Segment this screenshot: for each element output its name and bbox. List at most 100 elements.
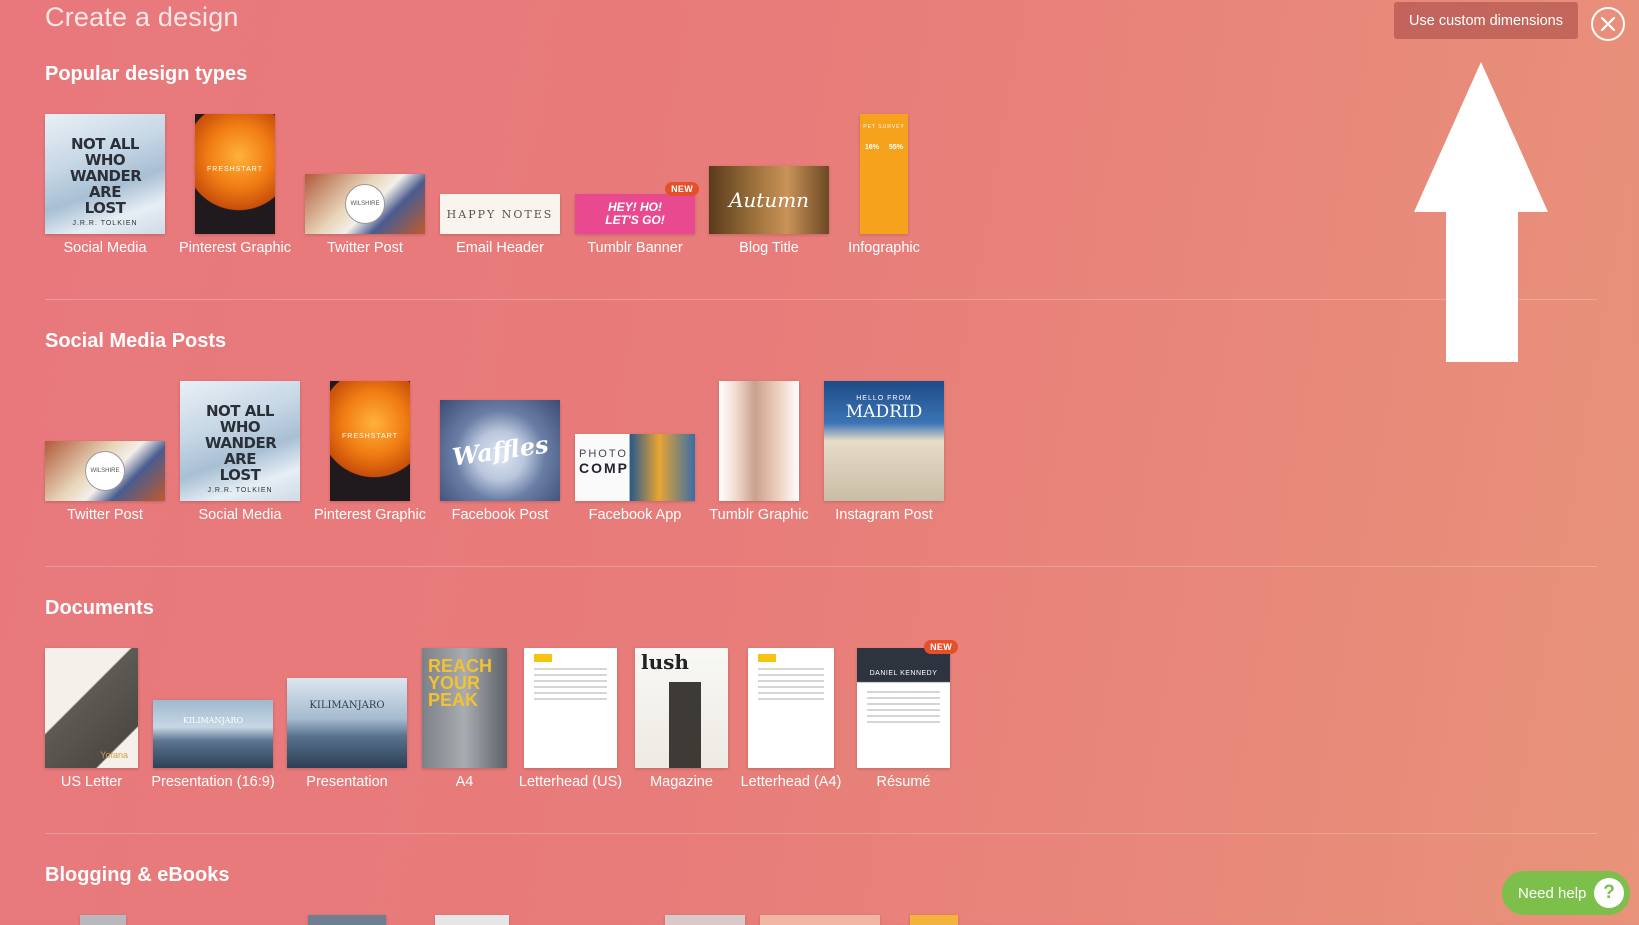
tile-label: Presentation (306, 774, 388, 790)
question-mark-icon: ? (1594, 878, 1624, 908)
thumb-text: Autumn (728, 188, 810, 212)
thumbnail-peek[interactable] (760, 915, 880, 925)
tile-label: Infographic (848, 240, 920, 256)
thumbnail: Autumn (709, 166, 829, 234)
tile-label: US Letter (60, 774, 123, 790)
thumbnail: KILIMANJARO (153, 700, 273, 768)
design-tile-social-media[interactable]: NOT ALL WHO WANDER ARE LOST J.R.R. TOLKI… (45, 114, 165, 264)
tile-label: Letterhead (US) (518, 774, 623, 790)
section-title-social-media-posts: Social Media Posts (45, 330, 227, 352)
thumbnail: PHOTO COMP (575, 434, 695, 501)
design-tile-email-header[interactable]: HAPPY NOTES Email Header (440, 114, 560, 264)
thumbnail-peek[interactable] (80, 915, 126, 925)
design-tile-letterhead-us[interactable]: Letterhead (US) (519, 648, 622, 798)
thumbnail (719, 381, 799, 501)
thumbnail: lush (635, 648, 728, 768)
design-tile-social-media[interactable]: NOT ALL WHO WANDER ARE LOST J.R.R. TOLKI… (180, 381, 300, 531)
design-tile-facebook-app[interactable]: PHOTO COMP Facebook App (575, 381, 695, 531)
tile-label: Blog Title (739, 240, 799, 256)
thumbnail: HAPPY NOTES (440, 194, 560, 234)
thumb-text: KILIMANJARO (309, 700, 385, 711)
design-tile-a4[interactable]: REACH YOUR PEAK A4 (422, 648, 507, 798)
design-tile-infographic[interactable]: PET SURVEY 16% 55% Infographic (848, 114, 920, 264)
thumbnail (748, 648, 834, 768)
thumb-text: PET SURVEY (863, 124, 905, 130)
tile-label: Tumblr Graphic (709, 507, 809, 523)
wilshire-seal: WILSHIRE (345, 184, 385, 224)
section-title-blogging-ebooks: Blogging & eBooks (45, 864, 230, 886)
design-tile-instagram-post[interactable]: HELLO FROM MADRID Instagram Post (824, 381, 944, 531)
tile-label: Résumé (876, 774, 931, 790)
thumbnail-peek[interactable] (308, 915, 386, 925)
tile-label: Pinterest Graphic (313, 507, 427, 523)
thumb-text: FRESHSTART (206, 166, 264, 173)
thumb-text: COMP (579, 460, 629, 476)
design-tile-us-letter[interactable]: Yofana US Letter (45, 648, 138, 798)
thumb-text: FRESHSTART (341, 433, 399, 440)
thumb-text: KILIMANJARO (182, 716, 244, 725)
design-tile-blog-title[interactable]: Autumn Blog Title (709, 114, 829, 264)
new-badge: NEW (665, 182, 699, 196)
thumbnail-peek[interactable] (435, 915, 509, 925)
thumb-text: HAPPY NOTES (446, 207, 554, 221)
close-button[interactable] (1591, 7, 1625, 41)
thumb-text: PHOTO (579, 448, 628, 460)
design-tile-letterhead-a4[interactable]: Letterhead (A4) (741, 648, 841, 798)
section-divider (45, 566, 1597, 567)
thumb-text: 16% (864, 144, 879, 151)
tile-label: Facebook Post (451, 507, 549, 523)
design-tile-twitter-post[interactable]: WILSHIRE Twitter Post (305, 114, 425, 264)
thumbnail: REACH YOUR PEAK (422, 648, 507, 768)
section-title-documents: Documents (45, 597, 154, 619)
thumb-text: 55% (888, 144, 903, 151)
section-divider (45, 299, 1597, 300)
section-title-popular: Popular design types (45, 63, 248, 85)
tile-label: Social Media (63, 240, 147, 256)
design-tile-tumblr-banner[interactable]: HEY! HO! LET'S GO! NEW Tumblr Banner (575, 114, 699, 264)
design-tile-magazine[interactable]: lush Magazine (635, 648, 728, 798)
design-tile-resume[interactable]: DANIEL KENNEDY NEW Résumé (857, 640, 958, 798)
thumbnail: FRESHSTART (330, 381, 410, 501)
design-tile-tumblr-graphic[interactable]: Tumblr Graphic (709, 381, 809, 531)
tile-label: Tumblr Banner (587, 240, 683, 256)
thumb-text: HEY! HO! LET'S GO! (605, 200, 665, 227)
thumb-text: NOT ALL WHO WANDER ARE LOST (70, 135, 142, 217)
tile-label: Presentation (16:9) (151, 774, 275, 790)
thumb-text: J.R.R. TOLKIEN (72, 220, 138, 227)
thumbnail: Waffles (440, 400, 560, 501)
tile-label: Email Header (456, 240, 544, 256)
thumbnail: FRESHSTART (195, 114, 275, 234)
tile-label: Pinterest Graphic (178, 240, 292, 256)
design-tile-pinterest-graphic[interactable]: FRESHSTART Pinterest Graphic (314, 381, 426, 531)
tile-label: Instagram Post (835, 507, 933, 523)
design-tile-twitter-post[interactable]: WILSHIRE Twitter Post (45, 381, 165, 531)
thumb-text: lush (641, 650, 689, 674)
thumb-text: NOT ALL WHO WANDER ARE LOST (205, 402, 277, 484)
section-divider (45, 833, 1597, 834)
thumb-text: REACH YOUR PEAK (428, 656, 493, 710)
design-tile-presentation-16-9[interactable]: KILIMANJARO Presentation (16:9) (151, 648, 275, 798)
thumbnail: NOT ALL WHO WANDER ARE LOST J.R.R. TOLKI… (180, 381, 300, 501)
use-custom-dimensions-button[interactable]: Use custom dimensions (1394, 2, 1578, 39)
need-help-label: Need help (1518, 884, 1587, 902)
thumbnail: KILIMANJARO (287, 678, 407, 768)
page-title: Create a design (45, 2, 239, 32)
thumbnail: PET SURVEY 16% 55% (860, 114, 908, 234)
up-arrow-icon (1414, 62, 1548, 362)
thumbnail: WILSHIRE (305, 174, 425, 234)
need-help-button[interactable]: Need help ? (1502, 871, 1630, 915)
close-icon (1600, 16, 1616, 32)
design-tile-pinterest-graphic[interactable]: FRESHSTART Pinterest Graphic (179, 114, 291, 264)
thumbnail: Yofana (45, 648, 138, 768)
thumbnail-peek[interactable] (910, 915, 958, 925)
thumb-text: MADRID (845, 402, 923, 422)
thumb-text: HELLO FROM (856, 395, 912, 402)
design-tile-facebook-post[interactable]: Waffles Facebook Post (440, 381, 560, 531)
new-badge: NEW (924, 640, 958, 654)
tile-label: Facebook App (588, 507, 682, 523)
thumbnail-peek[interactable] (665, 915, 745, 925)
thumb-text: Waffles (450, 429, 550, 472)
design-tile-presentation[interactable]: KILIMANJARO Presentation (287, 648, 407, 798)
tile-label: Magazine (650, 774, 713, 790)
thumbnail: HELLO FROM MADRID (824, 381, 944, 501)
